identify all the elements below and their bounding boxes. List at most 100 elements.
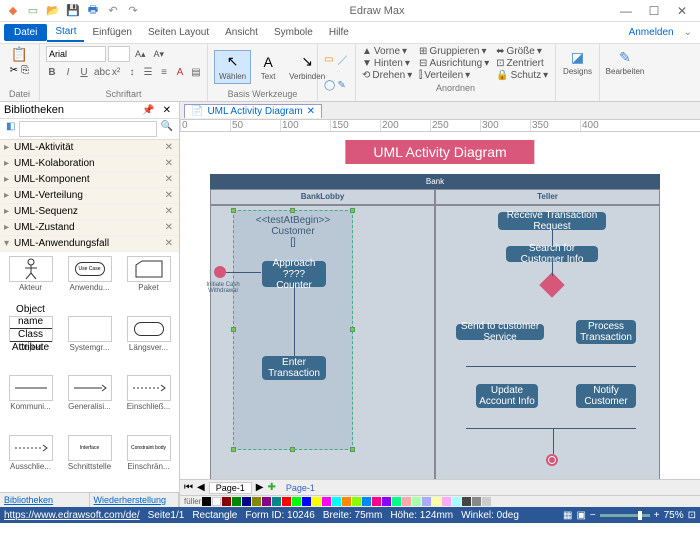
fontsize-select[interactable] <box>108 46 130 62</box>
swimlane[interactable]: Bank BankLobby Teller <<testAtBegin>>Cus… <box>210 174 660 479</box>
zoom-in-icon[interactable]: + <box>654 510 660 521</box>
close-icon[interactable]: ✕ <box>163 222 175 233</box>
highlight-icon[interactable]: ▤ <box>190 67 202 78</box>
strike-button[interactable]: abc <box>94 67 106 78</box>
sidebar-tab-libraries[interactable]: Bibliotheken <box>0 493 90 507</box>
activity-node-receive[interactable]: Receive Transaction Request <box>498 212 606 230</box>
open-icon[interactable]: 📂 <box>46 4 60 18</box>
shape-stencil[interactable]: Längsver... <box>120 314 177 372</box>
super-button[interactable]: x² <box>110 67 122 78</box>
bullets-icon[interactable]: ☰ <box>142 67 154 78</box>
library-item[interactable]: ▸UML-Aktivität✕ <box>0 140 179 156</box>
tab-einfuegen[interactable]: Einfügen <box>84 24 139 41</box>
redo-icon[interactable]: ↷ <box>126 4 140 18</box>
library-item[interactable]: ▸UML-Komponent✕ <box>0 172 179 188</box>
library-menu-icon[interactable]: ◧ <box>2 121 19 137</box>
page-tab[interactable]: Page-1 <box>209 482 252 494</box>
close-icon[interactable]: ✕ <box>163 238 175 249</box>
text-tool[interactable]: AText <box>254 51 282 83</box>
save-icon[interactable]: 💾 <box>66 4 80 18</box>
selection-frame[interactable]: <<testAtBegin>>Customer[] Approach ???? … <box>233 210 353 450</box>
file-menu[interactable]: Datei <box>4 24 47 41</box>
diagram-title[interactable]: UML Activity Diagram <box>345 140 534 164</box>
shape-stencil[interactable]: Ausschlie... <box>2 433 59 491</box>
cut-icon[interactable]: ✂ <box>10 65 18 76</box>
maximize-button[interactable]: ☐ <box>644 4 664 18</box>
close-button[interactable]: ✕ <box>672 4 692 18</box>
library-item[interactable]: ▸UML-Kolaboration✕ <box>0 156 179 172</box>
minimize-button[interactable]: — <box>616 4 636 18</box>
close-tab-icon[interactable]: ✕ <box>307 106 315 117</box>
search-icon[interactable]: 🔍 <box>157 121 177 137</box>
initial-node[interactable] <box>214 266 226 278</box>
close-panel-icon[interactable]: ✕ <box>159 105 175 116</box>
shape-stencil[interactable]: Use CaseAnwendu... <box>61 254 118 312</box>
align-button[interactable]: ⊟ Ausrichtung ▾ <box>419 58 490 69</box>
italic-button[interactable]: I <box>62 67 74 78</box>
shape-stencil[interactable]: InterfaceSchnittstelle <box>61 433 118 491</box>
page-nav-first-icon[interactable]: ⏮ <box>184 482 193 493</box>
status-url[interactable]: https://www.edrawsoft.com/de/ <box>4 510 140 521</box>
fit-page-icon[interactable]: ⊡ <box>688 510 696 521</box>
activity-node-notify[interactable]: Notify Customer <box>576 384 636 408</box>
paste-icon[interactable]: 📋 <box>11 46 28 63</box>
lane-teller[interactable]: Receive Transaction Request Search for C… <box>435 205 660 479</box>
document-tab[interactable]: 📄UML Activity Diagram✕ <box>184 104 322 118</box>
shape-stencil[interactable]: Constraint bodyEinschrän... <box>120 433 177 491</box>
tab-ansicht[interactable]: Ansicht <box>217 24 266 41</box>
grow-font-icon[interactable]: A▴ <box>132 46 149 62</box>
activity-node-search[interactable]: Search for Customer Info <box>506 246 598 262</box>
close-icon[interactable]: ✕ <box>163 158 175 169</box>
designs-button[interactable]: ◪Designs <box>562 46 593 78</box>
rotate-button[interactable]: ⟲ Drehen ▾ <box>362 70 413 81</box>
library-item[interactable]: ▸UML-Zustand✕ <box>0 220 179 236</box>
fontcolor-icon[interactable]: A <box>174 67 186 78</box>
lane-banklobby[interactable]: <<testAtBegin>>Customer[] Approach ???? … <box>210 205 435 479</box>
bringfront-button[interactable]: ▲ Vorne ▾ <box>362 46 413 57</box>
final-node[interactable] <box>546 454 558 466</box>
shape-square-icon[interactable]: ▭ <box>324 54 336 65</box>
shrink-font-icon[interactable]: A▾ <box>151 46 168 62</box>
activity-node-enter[interactable]: Enter Transaction <box>262 356 326 380</box>
library-item[interactable]: ▾UML-Anwendungsfall✕ <box>0 236 179 252</box>
activity-node-update[interactable]: Update Account Info <box>476 384 538 408</box>
activity-node-send[interactable]: Send to customer Service <box>456 324 544 340</box>
font-select[interactable] <box>46 46 106 62</box>
close-icon[interactable]: ✕ <box>163 206 175 217</box>
tab-symbole[interactable]: Symbole <box>266 24 321 41</box>
shape-line-icon[interactable]: ／ <box>338 52 350 67</box>
protect-button[interactable]: 🔒 Schutz ▾ <box>496 70 549 81</box>
library-search-input[interactable] <box>19 121 156 137</box>
close-icon[interactable]: ✕ <box>163 142 175 153</box>
sidebar-tab-recovery[interactable]: Wiederherstellung <box>90 493 180 507</box>
activity-node-approach[interactable]: Approach ???? Counter <box>262 261 326 287</box>
expand-icon[interactable]: ⌄ <box>680 27 696 38</box>
add-page-icon[interactable]: ✚ <box>267 482 275 493</box>
shape-circle-icon[interactable]: ◯ <box>324 80 336 91</box>
center-button[interactable]: ⊡ Zentriert <box>496 58 549 69</box>
shape-pencil-icon[interactable]: ✎ <box>338 80 350 91</box>
distribute-button[interactable]: ⫿ Verteilen ▾ <box>419 70 490 81</box>
shape-stencil[interactable]: Systemgr... <box>61 314 118 372</box>
shape-stencil[interactable]: Kommuni... <box>2 373 59 431</box>
shape-stencil[interactable]: Einschließ... <box>120 373 177 431</box>
view-full-icon[interactable]: ▣ <box>576 510 585 521</box>
login-link[interactable]: Anmelden <box>629 27 680 38</box>
zoom-out-icon[interactable]: − <box>590 510 596 521</box>
spacing-icon[interactable]: ↕ <box>126 67 138 78</box>
close-icon[interactable]: ✕ <box>163 174 175 185</box>
page-nav-prev-icon[interactable]: ◀ <box>197 482 205 493</box>
select-tool[interactable]: ↖Wählen <box>214 50 251 84</box>
new-icon[interactable]: ▭ <box>26 4 40 18</box>
undo-icon[interactable]: ↶ <box>106 4 120 18</box>
color-palette[interactable]: füller <box>180 495 700 507</box>
library-item[interactable]: ▸UML-Sequenz✕ <box>0 204 179 220</box>
tab-seitenlayout[interactable]: Seiten Layout <box>140 24 217 41</box>
canvas[interactable]: UML Activity Diagram Bank BankLobby Tell… <box>180 132 700 479</box>
library-item[interactable]: ▸UML-Verteilung✕ <box>0 188 179 204</box>
shape-stencil[interactable]: Generalisi... <box>61 373 118 431</box>
page-tab-2[interactable]: Page-1 <box>280 483 321 493</box>
view-normal-icon[interactable]: ▦ <box>563 510 572 521</box>
zoom-slider[interactable] <box>600 514 650 517</box>
group-button[interactable]: ⊞ Gruppieren ▾ <box>419 46 490 57</box>
